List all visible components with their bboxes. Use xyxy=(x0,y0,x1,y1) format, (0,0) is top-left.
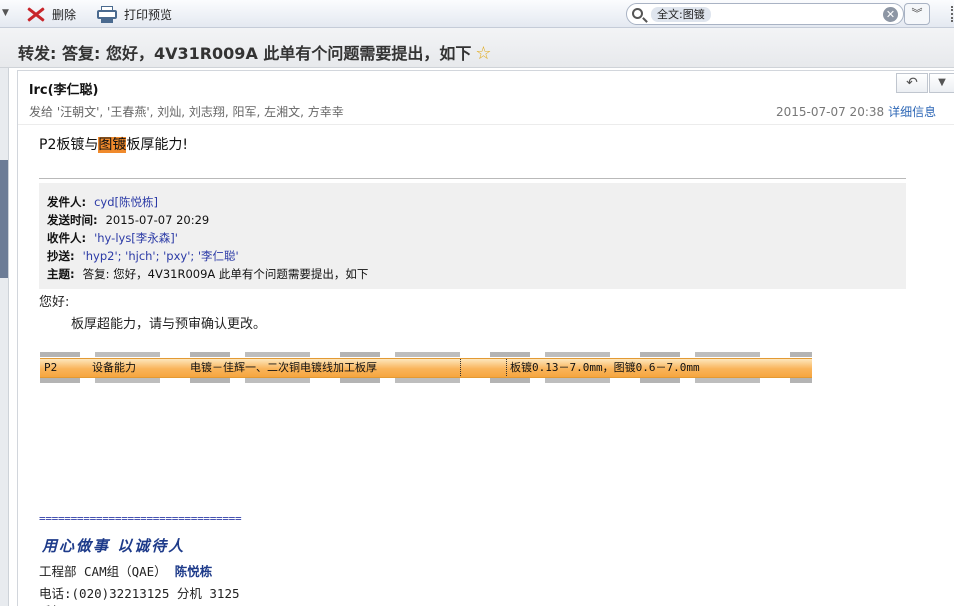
reply-button[interactable]: ↶ xyxy=(896,73,928,93)
print-preview-label: 打印预览 xyxy=(124,7,173,22)
fwd-to-row: 收件人: 'hy-lys[李永森]' xyxy=(47,229,898,247)
body-intro: P2板镀与图镀板厚能力! xyxy=(39,134,188,154)
more-actions-button[interactable]: ▼ xyxy=(929,73,954,93)
cropped-row-above xyxy=(40,352,812,357)
table-row: P2 设备能力 电镀－佳辉一、二次铜电镀线加工板厚 板镀0.13－7.0mm，图… xyxy=(40,358,812,378)
subject-bar: 转发: 答复: 您好，4V31R009A 此单有个问题需要提出，如下 ☆ xyxy=(0,28,954,68)
table-cell: 设备能力 xyxy=(92,361,136,374)
signature-partial-line: 手机 xyxy=(39,601,64,606)
greeting: 您好: xyxy=(39,295,70,310)
fwd-from-row: 发件人: cyd[陈悦栋] xyxy=(47,193,898,211)
delete-label: 删除 xyxy=(52,7,77,22)
fwd-subject-row: 主题: 答复: 您好，4V31R009A 此单有个问题需要提出，如下 xyxy=(47,265,898,283)
chevron-down-icon: ▼ xyxy=(938,77,946,88)
fwd-sent-label: 发送时间: xyxy=(47,213,98,227)
divider-rule xyxy=(39,178,906,179)
sender-name[interactable]: lrc(李仁聪) xyxy=(29,79,98,98)
printer-icon xyxy=(96,5,118,23)
fwd-from-label: 发件人: xyxy=(47,195,87,209)
print-preview-button[interactable]: 打印预览 xyxy=(96,4,172,24)
delete-icon xyxy=(26,5,46,23)
intro-text-after: 板厚能力! xyxy=(126,137,188,153)
fwd-to-label: 收件人: xyxy=(47,231,87,245)
clear-search-icon[interactable]: ✕ xyxy=(883,7,898,22)
toolbar: ▼ 删除 打印预览 全文:图镀 ✕ ︾ xyxy=(0,0,954,28)
fwd-subject-label: 主题: xyxy=(47,267,75,281)
intro-text-before: P2板镀与 xyxy=(39,137,99,153)
message-subject: 转发: 答复: 您好，4V31R009A 此单有个问题需要提出，如下 ☆ xyxy=(18,40,492,64)
fwd-sent-row: 发送时间: 2015-07-07 20:29 xyxy=(47,211,898,229)
cropped-row-below xyxy=(40,378,812,383)
search-input[interactable]: 全文:图镀 ✕ xyxy=(626,3,904,25)
header-divider xyxy=(18,124,954,125)
fwd-from-value[interactable]: cyd[陈悦栋] xyxy=(94,194,158,210)
left-pane-edge[interactable] xyxy=(0,68,9,606)
forwarded-header: 发件人: cyd[陈悦栋] 发送时间: 2015-07-07 20:29 收件人… xyxy=(39,183,906,289)
subject-text: 转发: 答复: 您好，4V31R009A 此单有个问题需要提出，如下 xyxy=(18,44,472,63)
delete-button[interactable]: 删除 xyxy=(26,4,76,24)
search-icon xyxy=(632,8,643,19)
fwd-subject-value: 答复: 您好，4V31R009A 此单有个问题需要提出，如下 xyxy=(82,267,369,281)
fwd-sent-value: 2015-07-07 20:29 xyxy=(105,213,210,227)
datetime-text: 2015-07-07 20:38 xyxy=(776,105,885,119)
dropdown-arrow-icon[interactable]: ▼ xyxy=(2,8,9,18)
recipients-line: 发给 '汪朝文', '王春燕', 刘灿, 刘志翔, 阳军, 左湘文, 方幸幸 xyxy=(29,105,344,119)
signature-name: 陈悦栋 xyxy=(174,564,213,579)
fwd-to-value[interactable]: 'hy-lys[李永森]' xyxy=(94,230,178,246)
message-pane: lrc(李仁聪) ↶ ▼ 发给 '汪朝文', '王春燕', 刘灿, 刘志翔, 阳… xyxy=(17,70,954,606)
search-highlight: 图镀 xyxy=(98,137,127,153)
fwd-cc-value[interactable]: 'hyp2'; 'hjch'; 'pxy'; '李仁聪' xyxy=(83,248,239,264)
search-options-button[interactable]: ︾ xyxy=(904,3,930,25)
reply-icon: ↶ xyxy=(906,75,918,91)
message-datetime: 2015-07-07 20:38 详细信息 xyxy=(776,103,936,120)
table-cell: 板镀0.13－7.0mm，图镀0.6－7.0mm xyxy=(510,361,700,374)
signature-motto: 用心做事 以诚待人 xyxy=(42,537,186,555)
details-link[interactable]: 详细信息 xyxy=(888,105,936,119)
signature-dept-line: 工程部 CAM组（QAE） 陈悦栋 xyxy=(39,561,212,580)
signature-phone: 电话:(020)32213125 分机 3125 xyxy=(39,586,240,601)
embedded-table-image: P2 设备能力 电镀－佳辉一、二次铜电镀线加工板厚 板镀0.13－7.0mm，图… xyxy=(40,352,812,383)
fwd-cc-row: 抄送: 'hyp2'; 'hjch'; 'pxy'; '李仁聪' xyxy=(47,247,898,265)
signature-rule: ================================ xyxy=(39,512,242,525)
search-chip[interactable]: 全文:图镀 xyxy=(651,7,711,22)
star-icon[interactable]: ☆ xyxy=(475,43,491,64)
fwd-cc-label: 抄送: xyxy=(47,249,75,263)
reply-text: 板厚超能力，请与预审确认更改。 xyxy=(71,317,267,332)
table-cell: 电镀－佳辉一、二次铜电镀线加工板厚 xyxy=(190,361,377,374)
table-cell: P2 xyxy=(44,361,58,374)
signature-dept: 工程部 CAM组（QAE） xyxy=(39,564,167,579)
